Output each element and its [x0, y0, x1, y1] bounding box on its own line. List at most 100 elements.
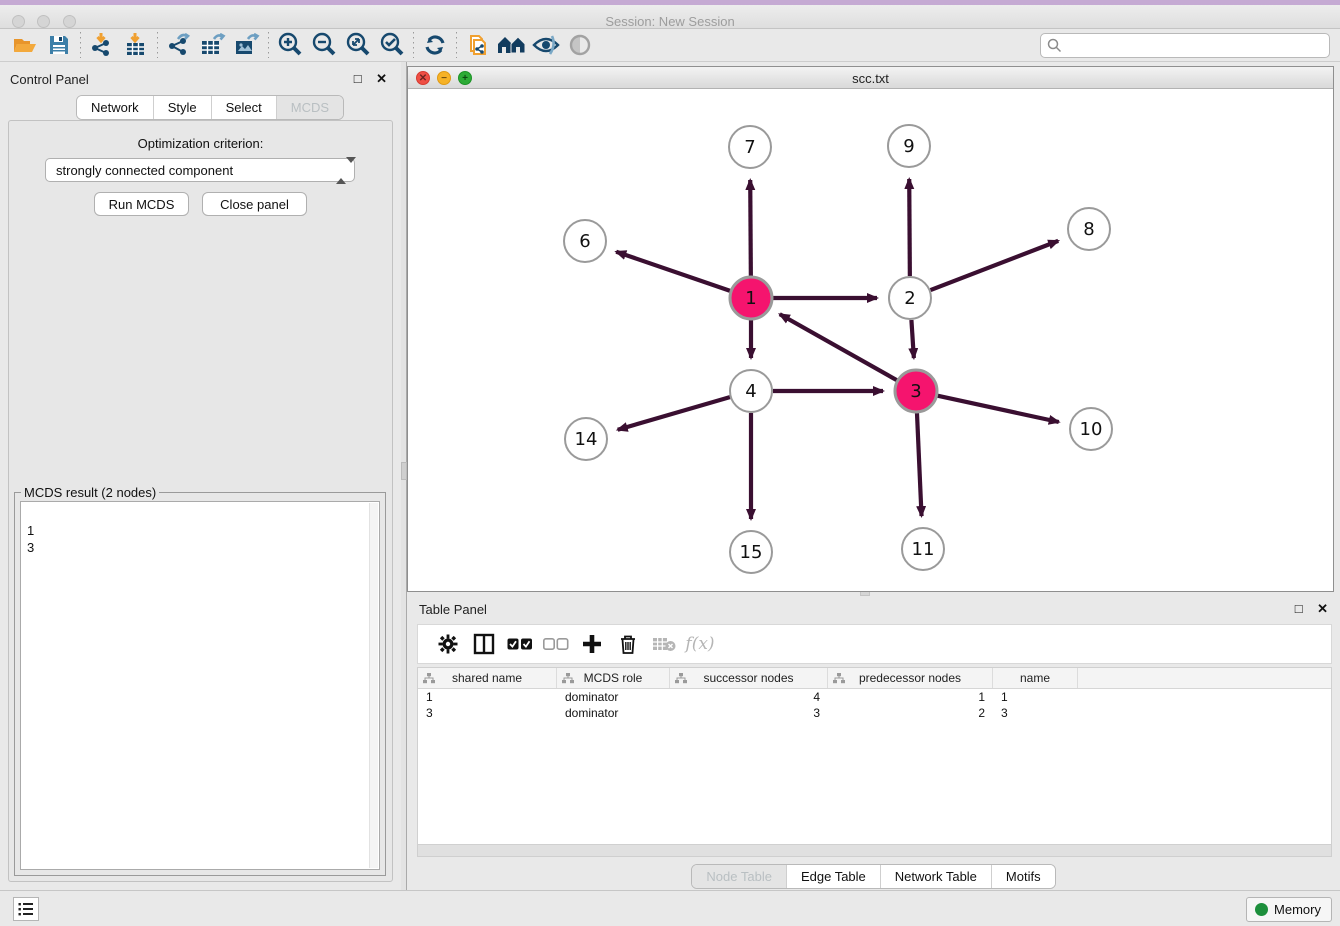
main-titlebar[interactable]: Session: New Session — [0, 5, 1340, 29]
cell-name[interactable]: 3 — [993, 705, 1078, 721]
export-network-icon — [166, 33, 192, 57]
export-image-icon — [234, 33, 260, 57]
criterion-value: strongly connected component — [56, 163, 233, 178]
float-panel-icon[interactable]: □ — [354, 71, 362, 86]
toolbar-separator — [456, 32, 457, 58]
delete-column-button[interactable] — [610, 629, 646, 659]
export-image-button[interactable] — [230, 31, 264, 59]
tab-node-table[interactable]: Node Table — [692, 865, 787, 888]
network-titlebar[interactable]: ✕ − + scc.txt — [408, 67, 1333, 89]
graph-node-label-6: 6 — [579, 231, 590, 252]
edge-2-8[interactable] — [931, 241, 1059, 290]
edge-3-10[interactable] — [937, 396, 1058, 422]
edge-2-9[interactable] — [909, 179, 910, 276]
hierarchy-icon — [423, 673, 435, 684]
unchecked-boxes-icon — [543, 638, 569, 651]
table-panel-title: Table Panel — [419, 602, 487, 617]
cell-MCDS-role[interactable]: dominator — [557, 705, 670, 721]
edge-1-7[interactable] — [750, 180, 751, 276]
column-header-predecessor-nodes[interactable]: predecessor nodes — [828, 668, 993, 688]
tab-network[interactable]: Network — [77, 96, 154, 119]
zoom-selected-button[interactable] — [375, 31, 409, 59]
search-input[interactable] — [1062, 39, 1312, 53]
edge-2-3[interactable] — [911, 320, 913, 358]
toolbar-separator — [413, 32, 414, 58]
graph-node-label-15: 15 — [740, 542, 763, 563]
edge-3-11[interactable] — [917, 413, 922, 516]
zoom-out-button[interactable] — [307, 31, 341, 59]
close-panel-button[interactable]: Close panel — [202, 192, 307, 216]
select-all-button[interactable] — [502, 629, 538, 659]
column-header-MCDS-role[interactable]: MCDS role — [557, 668, 670, 688]
tab-motifs[interactable]: Motifs — [992, 865, 1055, 888]
close-table-panel-icon[interactable]: ✕ — [1317, 601, 1328, 617]
zoom-fit-button[interactable] — [341, 31, 375, 59]
network-canvas[interactable]: 7968124314101511 — [408, 89, 1333, 591]
table-row[interactable]: 3dominator323 — [418, 705, 1331, 721]
hierarchy-icon — [675, 673, 687, 684]
table-panel: Table Panel □ ✕ — [407, 597, 1340, 890]
tab-style[interactable]: Style — [154, 96, 212, 119]
table-settings-button[interactable] — [430, 629, 466, 659]
cell-predecessor-nodes[interactable]: 1 — [828, 689, 993, 705]
node-table[interactable]: shared nameMCDS rolesuccessor nodesprede… — [417, 667, 1332, 845]
apply-layout-button[interactable] — [418, 31, 452, 59]
memory-button[interactable]: Memory — [1246, 897, 1332, 922]
network-view-frame: ✕ − + scc.txt 7968124314101511 — [407, 66, 1334, 592]
export-network-button[interactable] — [162, 31, 196, 59]
close-panel-icon[interactable]: ✕ — [376, 71, 387, 87]
control-panel-window-controls: □ ✕ — [344, 70, 387, 88]
cell-successor-nodes[interactable]: 3 — [670, 705, 828, 721]
mcds-result-group: MCDS result (2 nodes) 1 3 — [14, 492, 386, 876]
tab-edge-table[interactable]: Edge Table — [787, 865, 881, 888]
edge-3-1[interactable] — [780, 314, 897, 380]
cell-MCDS-role[interactable]: dominator — [557, 689, 670, 705]
clone-network-button[interactable] — [461, 31, 495, 59]
save-session-button[interactable] — [42, 31, 76, 59]
search-icon — [1047, 38, 1062, 53]
edge-1-6[interactable] — [616, 252, 730, 291]
edge-4-14[interactable] — [618, 397, 730, 430]
gear-icon — [438, 634, 458, 654]
tab-network-table[interactable]: Network Table — [881, 865, 992, 888]
first-neighbors-button[interactable] — [495, 31, 529, 59]
tab-select[interactable]: Select — [212, 96, 277, 119]
column-header-shared-name[interactable]: shared name — [418, 668, 557, 688]
mcds-result-text[interactable]: 1 3 — [20, 501, 380, 870]
zoom-selected-icon — [379, 32, 405, 58]
toggle-columns-button[interactable] — [466, 629, 502, 659]
import-table-button[interactable] — [119, 31, 153, 59]
import-network-icon — [90, 33, 114, 57]
zoom-in-button[interactable] — [273, 31, 307, 59]
deselect-all-button[interactable] — [538, 629, 574, 659]
export-table-icon — [200, 33, 226, 57]
table-row[interactable]: 1dominator411 — [418, 689, 1331, 705]
column-header-name[interactable]: name — [993, 668, 1078, 688]
cell-name[interactable]: 1 — [993, 689, 1078, 705]
tab-mcds[interactable]: MCDS — [277, 96, 343, 119]
create-column-button[interactable] — [574, 629, 610, 659]
cell-shared-name[interactable]: 1 — [418, 689, 557, 705]
function-builder-button[interactable]: f(x) — [682, 629, 718, 659]
cell-shared-name[interactable]: 3 — [418, 705, 557, 721]
column-header-successor-nodes[interactable]: successor nodes — [670, 668, 828, 688]
show-all-button[interactable] — [563, 31, 597, 59]
export-table-button[interactable] — [196, 31, 230, 59]
graph-node-label-2: 2 — [904, 288, 915, 309]
cell-predecessor-nodes[interactable]: 2 — [828, 705, 993, 721]
task-history-button[interactable] — [13, 897, 39, 921]
trash-icon — [619, 634, 637, 654]
import-network-button[interactable] — [85, 31, 119, 59]
run-mcds-button[interactable]: Run MCDS — [94, 192, 189, 216]
search-box[interactable] — [1040, 33, 1330, 58]
window-title: Session: New Session — [0, 14, 1340, 29]
mcds-result-title: MCDS result (2 nodes) — [21, 485, 159, 500]
control-panel: Control Panel □ ✕ NetworkStyleSelectMCDS… — [0, 62, 401, 890]
float-table-panel-icon[interactable]: □ — [1295, 601, 1303, 616]
hide-selected-button[interactable] — [529, 31, 563, 59]
delete-table-button[interactable] — [646, 629, 682, 659]
cell-successor-nodes[interactable]: 4 — [670, 689, 828, 705]
result-scrollbar[interactable] — [369, 503, 378, 868]
open-file-button[interactable] — [8, 31, 42, 59]
criterion-select[interactable]: strongly connected component — [45, 158, 355, 182]
